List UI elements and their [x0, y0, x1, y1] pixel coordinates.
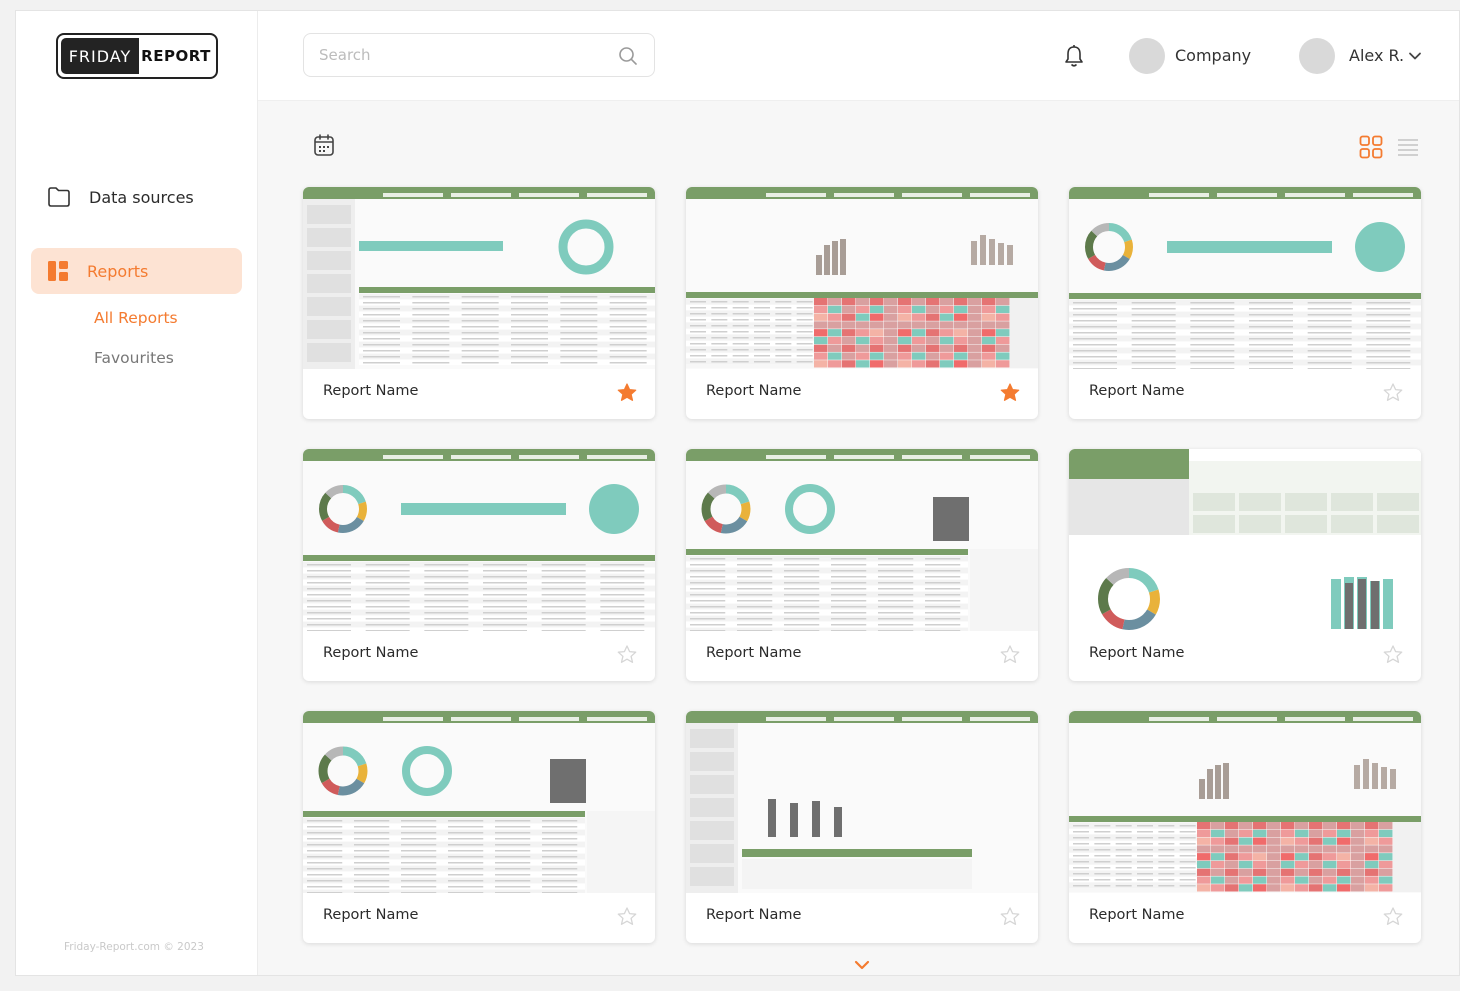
search-icon[interactable] [618, 46, 638, 66]
list-view-icon[interactable] [1397, 137, 1419, 157]
report-name: Report Name [323, 907, 419, 923]
report-name: Report Name [1089, 645, 1185, 661]
user-name[interactable]: Alex R. [1349, 46, 1404, 65]
sidebar: FRIDAY REPORT Data sources Reports All R… [16, 11, 258, 975]
star-icon[interactable] [1383, 383, 1403, 402]
star-icon[interactable] [1000, 907, 1020, 926]
thumb-f [686, 711, 1038, 893]
report-name: Report Name [706, 907, 802, 923]
report-thumbnail [1069, 449, 1421, 631]
sidebar-item-data-sources[interactable]: Data sources [31, 174, 242, 220]
search-input[interactable] [319, 34, 619, 76]
search-box [303, 33, 655, 77]
report-card[interactable]: Report Name [1069, 449, 1421, 681]
star-icon[interactable] [617, 645, 637, 664]
logo[interactable]: FRIDAY REPORT [56, 33, 218, 79]
thumb-d2 [303, 711, 655, 893]
folder-icon [48, 187, 70, 207]
sidebar-subitem-all-reports[interactable]: All Reports [94, 309, 178, 327]
top-header: Company Alex R. [258, 11, 1459, 101]
report-card[interactable]: Report Name [686, 449, 1038, 681]
report-name: Report Name [706, 645, 802, 661]
report-name: Report Name [323, 645, 419, 661]
thumb-e [1069, 449, 1421, 631]
star-icon[interactable] [1000, 645, 1020, 664]
calendar-icon[interactable] [313, 133, 335, 157]
company-label[interactable]: Company [1175, 46, 1251, 65]
user-avatar[interactable] [1299, 38, 1335, 74]
report-thumbnail [686, 187, 1038, 369]
report-card[interactable]: Report Name [303, 187, 655, 419]
reports-area: Report Name Report Name Report Name Repo… [258, 101, 1459, 975]
logo-report: REPORT [139, 38, 213, 74]
grid-view-icon[interactable] [1359, 135, 1383, 159]
star-icon[interactable] [617, 383, 637, 402]
star-icon[interactable] [1383, 907, 1403, 926]
report-thumbnail [303, 711, 655, 893]
report-thumbnail [1069, 187, 1421, 369]
company-avatar[interactable] [1129, 38, 1165, 74]
report-thumbnail [303, 449, 655, 631]
sidebar-item-reports[interactable]: Reports [31, 248, 242, 294]
thumb-d [686, 449, 1038, 631]
report-thumbnail [686, 449, 1038, 631]
reports-icon [48, 261, 68, 281]
sidebar-item-label: Data sources [89, 187, 194, 207]
report-card[interactable]: Report Name [1069, 187, 1421, 419]
report-name: Report Name [323, 383, 419, 399]
logo-friday: FRIDAY [61, 38, 139, 74]
report-card[interactable]: Report Name [303, 711, 655, 943]
chevron-down-icon[interactable] [1408, 49, 1422, 63]
star-icon[interactable] [1383, 645, 1403, 664]
thumb-a [303, 187, 655, 369]
sidebar-item-label: Reports [87, 261, 149, 281]
report-thumbnail [686, 711, 1038, 893]
star-icon[interactable] [617, 907, 637, 926]
report-name: Report Name [1089, 907, 1185, 923]
report-card[interactable]: Report Name [686, 711, 1038, 943]
bell-icon[interactable] [1063, 44, 1085, 68]
thumb-b2 [1069, 711, 1421, 892]
thumb-c2 [303, 449, 655, 631]
report-thumbnail [1069, 711, 1421, 893]
report-card[interactable]: Report Name [303, 449, 655, 681]
report-card[interactable]: Report Name [1069, 711, 1421, 943]
app-window: FRIDAY REPORT Data sources Reports All R… [15, 10, 1460, 976]
thumb-c [1069, 187, 1421, 369]
sidebar-subitem-favourites[interactable]: Favourites [94, 349, 174, 367]
copyright-text: Friday-Report.com © 2023 [64, 941, 204, 953]
chevron-down-icon[interactable] [853, 959, 871, 971]
star-icon[interactable] [1000, 383, 1020, 402]
thumb-b [686, 187, 1038, 368]
report-name: Report Name [1089, 383, 1185, 399]
report-card[interactable]: Report Name [686, 187, 1038, 419]
report-thumbnail [303, 187, 655, 369]
report-name: Report Name [706, 383, 802, 399]
